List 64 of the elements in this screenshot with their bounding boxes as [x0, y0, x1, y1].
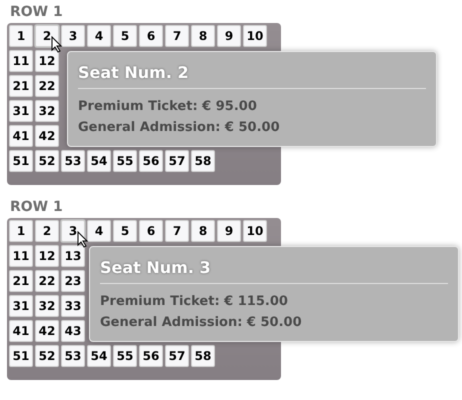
seat-button[interactable]: 9	[217, 220, 241, 242]
tooltip-title: Seat Num. 2	[78, 62, 190, 84]
seat-button[interactable]: 42	[35, 320, 59, 342]
seat-button[interactable]: 52	[35, 345, 59, 367]
seat-button[interactable]: 4	[87, 220, 111, 242]
seat-button[interactable]: 5	[113, 220, 137, 242]
seat-button[interactable]: 57	[165, 345, 189, 367]
seat-button[interactable]: 41	[9, 320, 33, 342]
seat-button[interactable]: 11	[9, 245, 33, 267]
seat-button[interactable]: 56	[139, 150, 163, 172]
seat-button[interactable]: 58	[191, 345, 215, 367]
seat-button[interactable]: 53	[61, 150, 85, 172]
seat-button[interactable]: 3	[61, 25, 85, 47]
seat-button[interactable]: 42	[35, 125, 59, 147]
price-line: General Admission: € 50.00	[100, 314, 303, 332]
seat-button[interactable]: 32	[35, 295, 59, 317]
seat-button[interactable]: 6	[139, 220, 163, 242]
seat-button[interactable]: 7	[165, 25, 189, 47]
seat-button[interactable]: 58	[191, 150, 215, 172]
seat-button[interactable]: 57	[165, 150, 189, 172]
seat-button[interactable]: 51	[9, 345, 33, 367]
seat-button[interactable]: 31	[9, 295, 33, 317]
seat-button[interactable]: 54	[87, 345, 111, 367]
seat-button[interactable]: 1	[9, 25, 33, 47]
cursor-icon	[77, 231, 89, 248]
seat-button[interactable]: 22	[35, 270, 59, 292]
seat-button[interactable]: 55	[113, 345, 137, 367]
seat-button[interactable]: 23	[61, 270, 85, 292]
seat-button[interactable]: 13	[61, 245, 85, 267]
seat-button[interactable]: 32	[35, 100, 59, 122]
seat-button[interactable]: 31	[9, 100, 33, 122]
seat-button[interactable]: 12	[35, 50, 59, 72]
cursor-icon	[51, 36, 63, 53]
seat-button[interactable]: 1	[9, 220, 33, 242]
seat-button[interactable]: 22	[35, 75, 59, 97]
price-line: General Admission: € 50.00	[78, 119, 281, 137]
seat-button[interactable]: 6	[139, 25, 163, 47]
seat-button[interactable]: 10	[243, 25, 267, 47]
seat-button[interactable]: 4	[87, 25, 111, 47]
seat-button[interactable]: 2	[35, 220, 59, 242]
seat-button[interactable]: 11	[9, 50, 33, 72]
seat-button[interactable]: 9	[217, 25, 241, 47]
seat-button[interactable]: 52	[35, 150, 59, 172]
seat-button[interactable]: 8	[191, 25, 215, 47]
seat-button[interactable]: 41	[9, 125, 33, 147]
tooltip-title: Seat Num. 3	[100, 257, 212, 279]
seat-button[interactable]: 21	[9, 75, 33, 97]
seat-button[interactable]: 54	[87, 150, 111, 172]
seat-button[interactable]: 43	[61, 320, 85, 342]
seat-button[interactable]: 7	[165, 220, 189, 242]
row-label: ROW 1	[9, 198, 64, 216]
seat-button[interactable]: 8	[191, 220, 215, 242]
row-label: ROW 1	[9, 3, 64, 21]
seat-button[interactable]: 5	[113, 25, 137, 47]
price-line: Premium Ticket: € 115.00	[100, 293, 289, 311]
seat-button[interactable]: 12	[35, 245, 59, 267]
price-line: Premium Ticket: € 95.00	[78, 98, 258, 116]
seat-button[interactable]: 53	[61, 345, 85, 367]
seat-button[interactable]: 55	[113, 150, 137, 172]
seat-button[interactable]: 21	[9, 270, 33, 292]
seat-button[interactable]: 56	[139, 345, 163, 367]
seat-button[interactable]: 51	[9, 150, 33, 172]
seat-button[interactable]: 10	[243, 220, 267, 242]
seat-button[interactable]: 33	[61, 295, 85, 317]
